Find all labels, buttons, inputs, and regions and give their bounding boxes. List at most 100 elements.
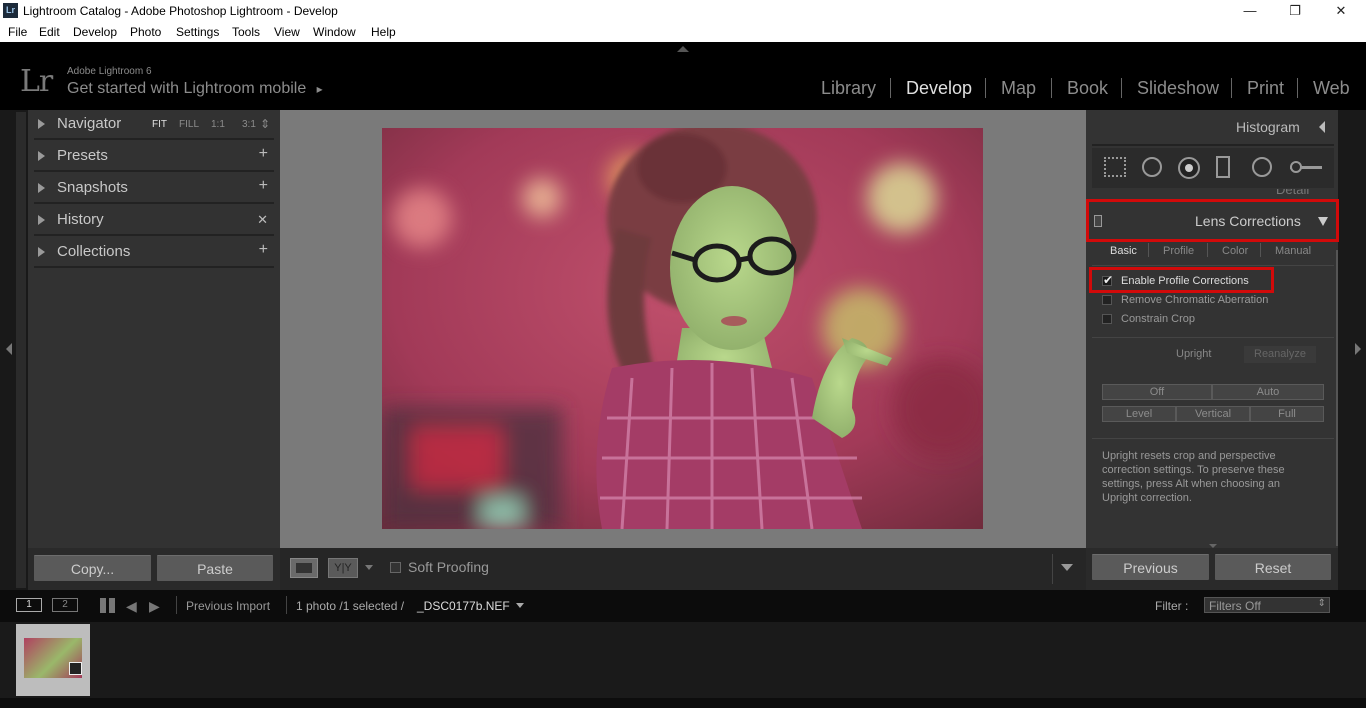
filter-arrows-icon: ⇕ [1317, 598, 1326, 609]
tab-basic[interactable]: Basic [1110, 245, 1137, 257]
snapshots-header[interactable]: Snapshots + [34, 174, 274, 204]
photo-preview[interactable] [382, 128, 983, 529]
module-print[interactable]: Print [1247, 78, 1284, 99]
tab-divider [1260, 243, 1261, 257]
red-eye-icon[interactable] [1178, 157, 1200, 179]
filename-dropdown-icon[interactable] [516, 603, 524, 608]
remove-chromatic-aberration-checkbox[interactable] [1102, 295, 1112, 305]
upright-level-button[interactable]: Level [1102, 406, 1176, 422]
tab-profile[interactable]: Profile [1163, 245, 1194, 257]
menu-window[interactable]: Window [313, 25, 356, 39]
collections-header[interactable]: Collections + [34, 238, 274, 268]
zoom-fill[interactable]: FILL [179, 119, 199, 130]
adjustment-brush-icon[interactable] [1290, 161, 1322, 173]
left-edge-strip [16, 112, 26, 588]
zoom-fit[interactable]: FIT [152, 119, 167, 130]
grid-view-icon[interactable] [100, 598, 115, 613]
zoom-dropdown-icon[interactable]: ⇕ [260, 117, 270, 131]
product-name: Adobe Lightroom 6 [67, 66, 152, 77]
menu-photo[interactable]: Photo [130, 25, 161, 39]
tab-color[interactable]: Color [1222, 245, 1248, 257]
menu-help[interactable]: Help [371, 25, 396, 39]
zoom-3to1[interactable]: 3:1 [242, 119, 256, 130]
right-panel-footer: Previous Reset [1086, 548, 1338, 590]
snapshots-label: Snapshots [57, 179, 128, 196]
lightroom-logo: Lr [20, 64, 53, 99]
graduated-filter-icon[interactable] [1216, 156, 1230, 178]
develop-toolbar: Y|Y Soft Proofing [280, 548, 1086, 590]
right-panel-toggle-icon[interactable] [1355, 343, 1361, 355]
menu-file[interactable]: File [8, 25, 27, 39]
soft-proofing-checkbox[interactable] [390, 562, 401, 573]
upright-label: Upright [1176, 348, 1212, 360]
module-slideshow[interactable]: Slideshow [1137, 78, 1219, 99]
menu-settings[interactable]: Settings [176, 25, 219, 39]
history-header[interactable]: History ✕ [34, 206, 274, 236]
soft-proofing-label: Soft Proofing [408, 559, 489, 575]
reanalyze-button[interactable]: Reanalyze [1244, 346, 1316, 363]
module-library[interactable]: Library [821, 78, 876, 99]
add-snapshot-icon[interactable]: + [259, 177, 268, 195]
loupe-view-icon[interactable] [290, 558, 318, 578]
minimize-icon[interactable]: — [1240, 2, 1260, 20]
upright-help-text: Upright resets crop and perspective corr… [1102, 450, 1285, 504]
module-book[interactable]: Book [1067, 78, 1108, 99]
toolbar-menu-icon[interactable] [1061, 564, 1073, 571]
radial-filter-icon[interactable] [1252, 157, 1272, 177]
histogram-collapse-icon[interactable] [1319, 121, 1325, 133]
module-web[interactable]: Web [1313, 78, 1350, 99]
menu-tools[interactable]: Tools [232, 25, 260, 39]
maximize-icon[interactable]: ❐ [1285, 2, 1305, 20]
expand-triangle-icon [38, 183, 45, 193]
crop-tool-icon[interactable] [1104, 157, 1126, 177]
window-title: Lightroom Catalog - Adobe Photoshop Ligh… [23, 4, 338, 18]
menu-view[interactable]: View [274, 25, 300, 39]
collapse-top-icon[interactable] [677, 46, 689, 52]
filter-select[interactable]: Filters Off ⇕ [1204, 597, 1330, 613]
filmstrip-thumbnail[interactable] [16, 624, 90, 696]
main-window-button[interactable]: 1 [16, 598, 42, 612]
spot-removal-icon[interactable] [1142, 157, 1162, 177]
presets-header[interactable]: Presets + [34, 142, 274, 172]
image-canvas [280, 110, 1086, 548]
upright-auto-button[interactable]: Auto [1212, 384, 1324, 400]
expand-triangle-icon [38, 247, 45, 257]
copy-button[interactable]: Copy... [34, 555, 151, 581]
menu-bar: File Edit Develop Photo Settings Tools V… [0, 22, 1366, 42]
divider [286, 596, 287, 614]
tool-strip [1092, 148, 1334, 188]
menu-develop[interactable]: Develop [73, 25, 117, 39]
upright-vertical-button[interactable]: Vertical [1176, 406, 1250, 422]
paste-button[interactable]: Paste [157, 555, 273, 581]
compare-dropdown-icon[interactable] [365, 565, 373, 570]
constrain-crop-checkbox[interactable] [1102, 314, 1112, 324]
tab-manual[interactable]: Manual [1275, 245, 1311, 257]
develop-badge-icon [69, 662, 82, 675]
source-label[interactable]: Previous Import [186, 599, 270, 613]
filename-label[interactable]: _DSC0177b.NEF [417, 599, 510, 613]
previous-button[interactable]: Previous [1092, 554, 1209, 580]
collections-label: Collections [57, 243, 131, 260]
histogram-header[interactable]: Histogram [1092, 112, 1334, 142]
menu-edit[interactable]: Edit [39, 25, 60, 39]
mobile-prompt[interactable]: Get started with Lightroom mobile ▸ [67, 80, 323, 98]
zoom-1to1[interactable]: 1:1 [211, 119, 225, 130]
compare-view-icon[interactable]: Y|Y [328, 558, 358, 578]
panel-scrollbar[interactable] [1336, 250, 1338, 546]
clear-history-icon[interactable]: ✕ [257, 212, 268, 228]
add-preset-icon[interactable]: + [259, 145, 268, 163]
module-map[interactable]: Map [1001, 78, 1036, 99]
second-window-button[interactable]: 2 [52, 598, 78, 612]
filmstrip-scroll[interactable] [0, 698, 1366, 708]
add-collection-icon[interactable]: + [259, 241, 268, 259]
upright-full-button[interactable]: Full [1250, 406, 1324, 422]
back-arrow-icon[interactable]: ◀ [126, 599, 137, 613]
detail-header[interactable]: Detail [1092, 189, 1334, 197]
upright-off-button[interactable]: Off [1102, 384, 1212, 400]
navigator-header[interactable]: Navigator FIT FILL 1:1 3:1 ⇕ [34, 110, 274, 140]
forward-arrow-icon[interactable]: ▶ [149, 599, 160, 613]
reset-button[interactable]: Reset [1215, 554, 1331, 580]
close-icon[interactable]: ✕ [1331, 2, 1351, 20]
left-panel-toggle-icon[interactable] [6, 343, 12, 355]
module-develop[interactable]: Develop [906, 78, 972, 99]
